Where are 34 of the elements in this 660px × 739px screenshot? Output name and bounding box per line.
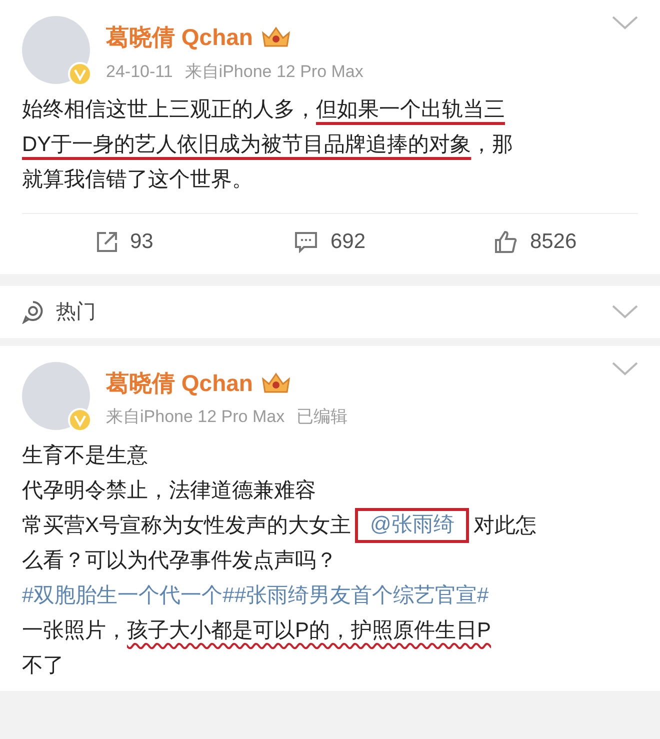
post-meta: 来自iPhone 12 Pro Max	[106, 406, 285, 428]
post-text: 一张照片，	[22, 618, 127, 644]
post-meta: 已编辑	[296, 406, 348, 428]
verified-badge-icon	[68, 62, 92, 86]
post-text: 对此怎	[473, 512, 536, 538]
repost-icon	[96, 230, 118, 253]
post-text: 不了	[22, 652, 64, 678]
mention-link[interactable]: @张雨绮	[370, 511, 454, 539]
thumbs-up-icon	[494, 230, 518, 254]
verified-badge-icon	[68, 408, 92, 432]
stat-count[interactable]: 93	[130, 226, 154, 258]
crown-badge-icon	[260, 25, 291, 50]
post-text: ，那	[471, 132, 514, 158]
stat-count[interactable]: 692	[330, 226, 366, 258]
post-text: 常买营X号宣称为女性发声的大女主	[22, 512, 352, 538]
underlined-text: DY于一身的艺人依旧成为被节目品牌追捧的对象	[22, 132, 472, 158]
post-meta: 24-10-11	[106, 60, 173, 82]
hot-topic-icon	[22, 300, 44, 324]
stat-count[interactable]: 8526	[530, 226, 577, 258]
section-title[interactable]: 热门	[56, 296, 600, 326]
chevron-down-icon[interactable]	[612, 362, 638, 376]
post-meta: 来自iPhone 12 Pro Max	[184, 60, 364, 82]
post-text: 就算我信错了这个世界。	[22, 167, 253, 193]
wavy-underlined-text: 孩子大小都是可以P的，护照原件生日P	[127, 618, 492, 644]
post-text: 生育不是生意	[22, 442, 148, 468]
comment-icon	[294, 230, 318, 253]
post-text: 始终相信这世上三观正的人多，	[22, 97, 316, 123]
underlined-text: 但如果一个出轨当三	[316, 97, 505, 123]
post-text: 么看？可以为代孕事件发点声吗？	[22, 548, 337, 574]
crown-badge-icon	[260, 370, 291, 395]
post-text: 代孕明令禁止，法律道德兼难容	[22, 478, 316, 504]
hashtag-link[interactable]: #双胞胎生一个代一个##张雨绮男友首个综艺官宣#	[22, 578, 489, 612]
chevron-down-icon[interactable]	[612, 304, 638, 318]
chevron-down-icon[interactable]	[612, 16, 638, 30]
